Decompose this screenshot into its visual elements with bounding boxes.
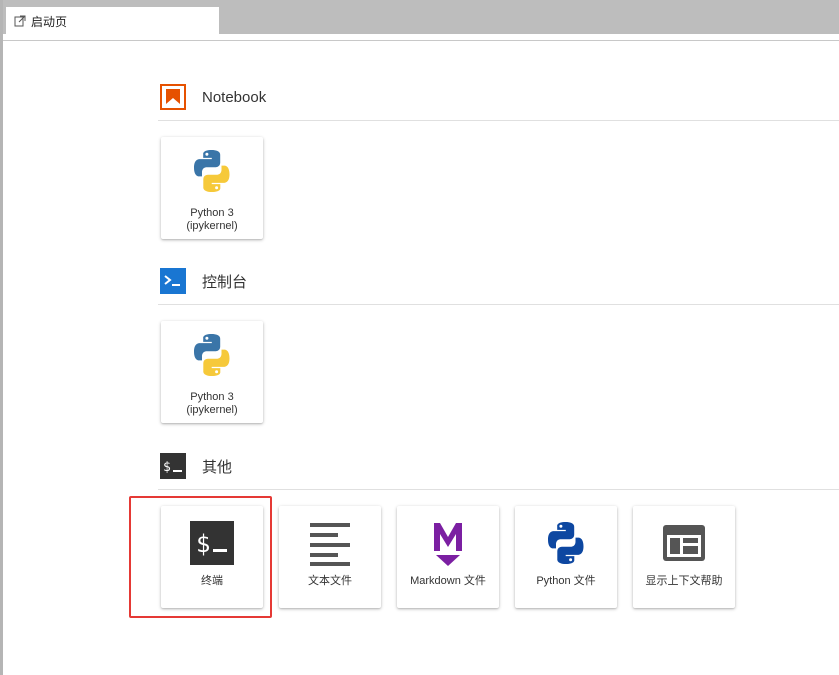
section-notebook-header: Notebook <box>160 84 839 110</box>
python-logo-icon <box>194 334 230 376</box>
tab-divider <box>3 40 839 41</box>
other-terminal-icon: $ <box>160 453 186 479</box>
markdown-file-label: Markdown 文件 <box>410 575 486 587</box>
python-file-label: Python 文件 <box>536 575 596 587</box>
console-python3-card[interactable]: Python 3 (ipykernel) <box>161 321 263 423</box>
section-console-title: 控制台 <box>202 273 248 291</box>
console-icon <box>160 268 186 294</box>
markdown-file-card[interactable]: Markdown 文件 <box>397 506 499 608</box>
notebook-python3-card[interactable]: Python 3 (ipykernel) <box>161 137 263 239</box>
context-help-label: 显示上下文帮助 <box>645 575 723 587</box>
text-file-label: 文本文件 <box>308 575 352 587</box>
python-logo-icon <box>194 150 230 192</box>
section-other-header: $ 其他 <box>160 453 839 479</box>
tab-launcher-label: 启动页 <box>31 14 68 29</box>
launcher-icon <box>14 15 26 27</box>
notebook-icon <box>160 84 186 110</box>
section-other-title: 其他 <box>202 458 233 476</box>
context-help-card[interactable]: 显示上下文帮助 <box>633 506 735 608</box>
text-file-icon <box>310 523 350 566</box>
terminal-icon: $ <box>190 521 234 565</box>
tab-bar: 启动页 <box>3 0 839 35</box>
markdown-icon <box>434 523 462 566</box>
svg-text:$: $ <box>196 530 210 558</box>
terminal-label: 终端 <box>201 575 223 587</box>
terminal-card[interactable]: $ 终端 <box>161 506 263 608</box>
svg-text:$: $ <box>163 460 171 475</box>
text-file-card[interactable]: 文本文件 <box>279 506 381 608</box>
context-help-icon <box>663 525 705 561</box>
section-console-divider <box>158 304 839 305</box>
section-console-header: 控制台 <box>160 268 839 294</box>
section-other-divider <box>158 489 839 490</box>
section-notebook-divider <box>158 120 839 121</box>
section-notebook-title: Notebook <box>202 88 267 106</box>
notebook-python3-label: Python 3 (ipykernel) <box>186 207 238 232</box>
python-file-icon <box>548 522 584 564</box>
tab-launcher[interactable]: 启动页 <box>6 7 219 35</box>
console-python3-label: Python 3 (ipykernel) <box>186 391 238 416</box>
python-file-card[interactable]: Python 文件 <box>515 506 617 608</box>
window-left-border <box>0 0 3 675</box>
